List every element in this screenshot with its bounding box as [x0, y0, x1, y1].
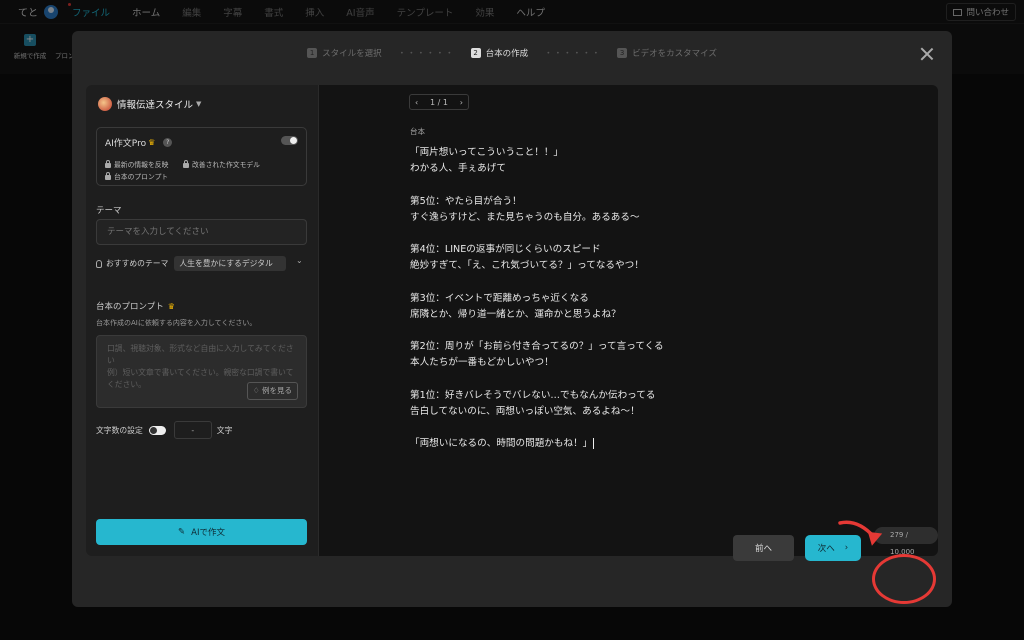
- script-line: 席隣とか、帰り道一緒とか、運命かと思うよね？: [410, 308, 621, 320]
- script-line: 第5位：やたら目が合う！: [410, 195, 522, 207]
- script-label: 台本: [410, 127, 425, 136]
- annotation-highlight-circle: [872, 554, 936, 604]
- ai-pro-title: AI作文Pro ♛ ?: [105, 136, 173, 149]
- script-line: [410, 372, 850, 388]
- script-editor-panel: ‹ 1 / 1 › 台本 「両片想いってこういうこと！！」 わかる人、手ぇあげて第…: [318, 85, 938, 556]
- feature-improved-model: 改善された作文モデル: [183, 159, 260, 169]
- prev-button[interactable]: 前へ: [733, 535, 794, 561]
- script-line: 第1位：好きバレそうでバレない…でもなんか伝わってる: [410, 389, 656, 401]
- step-select-style: 1 スタイルを選択: [307, 47, 382, 59]
- prompt-textarea[interactable]: 口調、視聴対象、形式など自由に入力してみてください 例）短い文章で書いてください…: [96, 335, 307, 408]
- char-count-setting: 文字数の設定 文字: [96, 421, 232, 439]
- script-line: すぐ逸らすけど、また見ちゃうのも自分。あるある〜: [410, 211, 640, 223]
- script-line: [410, 275, 850, 291]
- ai-write-button[interactable]: ✎ AIで作文: [96, 519, 307, 545]
- step-create-script: 2 台本の作成: [470, 47, 528, 59]
- lock-icon: [105, 171, 111, 180]
- script-line: 第3位：イベントで距離めっちゃ近くなる: [410, 292, 589, 304]
- crown-icon: ♛: [167, 301, 175, 311]
- script-settings-panel: 情報伝達スタイル ▼ AI作文Pro ♛ ? 最新の情報を反映 改善された作文モ…: [86, 85, 318, 556]
- ai-pro-toggle[interactable]: [281, 136, 298, 145]
- style-name: 情報伝達スタイル: [117, 100, 194, 111]
- text-cursor: [593, 437, 595, 449]
- step-indicator: 1 スタイルを選択 ・・・・・・ 2 台本の作成 ・・・・・・ 3 ビデオをカス…: [72, 47, 952, 59]
- step-separator: ・・・・・・: [397, 49, 455, 59]
- lightbulb-icon: ♢: [252, 386, 260, 395]
- page-indicator: 1 / 1: [430, 97, 448, 107]
- script-creation-dialog: 1 スタイルを選択 ・・・・・・ 2 台本の作成 ・・・・・・ 3 ビデオをカス…: [72, 31, 952, 607]
- step-separator: ・・・・・・: [544, 49, 602, 59]
- script-line: 告白してないのに、両想いっぽい空気、あるよね〜！: [410, 406, 640, 417]
- page-navigator: ‹ 1 / 1 ›: [409, 94, 469, 110]
- script-line: わかる人、手ぇあげて: [410, 163, 506, 175]
- ai-pro-box: AI作文Pro ♛ ? 最新の情報を反映 改善された作文モデル 台本のプロンプト: [96, 127, 307, 186]
- script-line: 本人たちが一番もどかしいやつ！: [410, 357, 554, 369]
- theme-label: テーマ: [96, 206, 122, 216]
- script-line: 絶妙すぎて、「え、これ気づいてる？」ってなるやつ！: [410, 260, 644, 272]
- char-count-input[interactable]: [173, 421, 212, 439]
- script-line: [410, 226, 850, 242]
- script-line: 第4位：LINEの返事が同じくらいのスピード: [410, 244, 601, 256]
- recommended-theme-chip[interactable]: 人生を豊かにするデジタル: [174, 256, 287, 271]
- char-count-toggle[interactable]: [148, 425, 166, 435]
- see-example-button[interactable]: ♢ 例を見る: [246, 382, 298, 400]
- step-customize-video: 3 ビデオをカスタマイズ: [617, 47, 717, 59]
- lock-icon: [183, 159, 189, 168]
- recommended-theme-label: おすすめのテーマ: [106, 259, 169, 268]
- prompt-description: 台本作成のAIに依頼する内容を入力してください。: [96, 319, 257, 327]
- script-line: [410, 323, 850, 339]
- style-icon: [98, 97, 112, 111]
- lock-icon: [105, 159, 111, 168]
- prompt-label: 台本のプロンプト ♛: [96, 301, 175, 313]
- feature-latest-info: 最新の情報を反映: [105, 159, 168, 169]
- script-line: 第2位：周りが「お前ら付き合ってるの？」って言ってくる: [410, 341, 664, 353]
- crown-icon: ♛: [148, 138, 156, 147]
- style-selector[interactable]: 情報伝達スタイル ▼: [98, 97, 201, 111]
- script-line: 「両片想いってこういうこと！！」: [410, 147, 564, 158]
- char-count-label: 文字数の設定: [96, 425, 143, 435]
- magic-wand-icon: ✎: [178, 527, 186, 537]
- script-line: 「両想いになるの、時間の問題かもね！」: [410, 437, 595, 450]
- script-line: [410, 420, 850, 436]
- close-icon[interactable]: [920, 47, 934, 61]
- script-line: [410, 177, 850, 193]
- annotation-arrow-icon: [838, 520, 883, 546]
- theme-input[interactable]: [96, 219, 307, 245]
- feature-script-prompt: 台本のプロンプト: [105, 171, 168, 181]
- char-unit-label: 文字: [216, 425, 233, 435]
- help-icon[interactable]: ?: [163, 138, 173, 147]
- chevron-right-icon[interactable]: ›: [460, 98, 463, 107]
- chevron-left-icon[interactable]: ‹: [415, 98, 418, 107]
- caret-down-icon: ▼: [196, 100, 202, 108]
- script-textarea[interactable]: 「両片想いってこういうこと！！」 わかる人、手ぇあげて第5位：やたら目が合う！ すぐ…: [410, 145, 850, 453]
- recommended-theme-row: おすすめのテーマ 人生を豊かにするデジタル: [96, 256, 287, 271]
- lightbulb-icon: [96, 259, 102, 268]
- chevron-down-icon[interactable]: ⌄: [296, 256, 303, 265]
